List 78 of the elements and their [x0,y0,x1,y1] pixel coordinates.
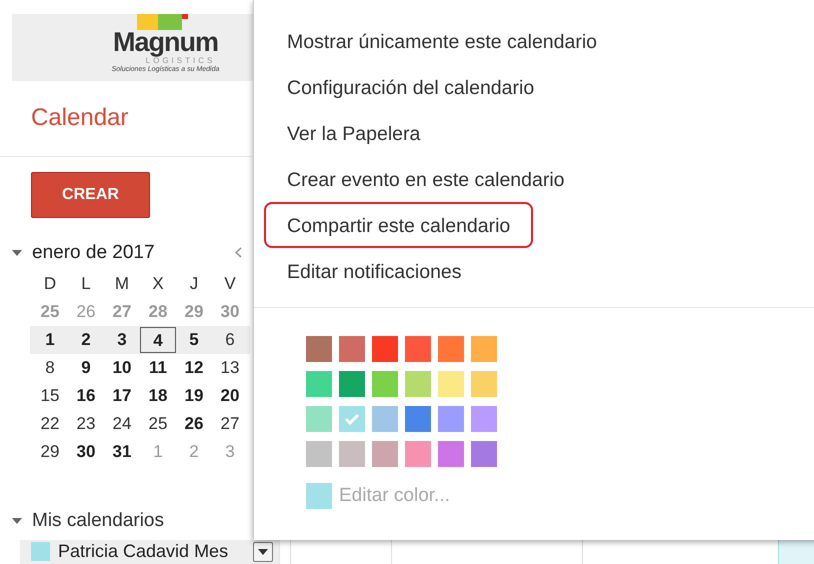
menu-item[interactable]: Configuración del calendario [264,64,558,110]
dropdown-button[interactable] [253,542,273,562]
weekday-label: V [223,274,237,294]
calendar-list-item[interactable]: Patricia Cadavid Mes [20,540,279,564]
calendar-day[interactable]: 23 [68,410,104,437]
month-title: enero de 2017 [32,242,156,264]
calendar-day[interactable]: 30 [68,438,104,465]
calendar-name: Patricia Cadavid Mes [58,541,228,562]
collapse-icon[interactable] [12,250,22,256]
color-swatch[interactable] [339,371,365,397]
color-swatch[interactable] [438,406,464,432]
color-swatch[interactable] [438,371,464,397]
color-swatch[interactable] [306,483,332,509]
menu-item[interactable]: Crear evento en este calendario [264,156,588,202]
create-button[interactable]: CREAR [31,172,150,218]
color-swatch[interactable] [471,336,497,362]
menu-item[interactable]: Editar notificaciones [264,248,485,294]
calendar-day[interactable]: 22 [32,410,68,437]
calendar-day[interactable]: 27 [212,410,248,437]
previous-month-icon[interactable] [235,247,242,258]
calendar-day[interactable]: 6 [212,326,248,353]
calendar-day[interactable]: 19 [176,382,212,409]
calendar-day[interactable]: 29 [32,438,68,465]
color-swatch[interactable] [405,406,431,432]
weekday-label: J [188,274,200,294]
calendar-day[interactable]: 18 [140,382,176,409]
menu-item[interactable]: Compartir este calendario [264,202,534,248]
color-swatch[interactable] [306,406,332,432]
calendar-day[interactable]: 25 [140,410,176,437]
calendar-day[interactable]: 16 [68,382,104,409]
calendar-day[interactable]: 5 [176,326,212,353]
calendar-day[interactable]: 8 [32,354,68,381]
menu-item[interactable]: Ver la Papelera [264,110,444,156]
color-swatch[interactable] [405,441,431,467]
collapse-icon[interactable] [12,518,22,524]
color-swatch[interactable] [471,406,497,432]
caret-icon [258,548,268,555]
menu-item[interactable]: Mostrar únicamente este calendario [264,18,620,64]
color-swatch[interactable] [471,441,497,467]
logo-name: Magnum [113,28,218,56]
calendar-day[interactable]: 13 [212,354,248,381]
color-swatch[interactable] [372,441,398,467]
color-swatch[interactable] [372,406,398,432]
weekday-label: D [42,274,58,294]
color-swatch[interactable] [306,336,332,362]
color-swatch[interactable] [438,441,464,467]
app-title: Calendar [31,104,128,132]
color-swatch[interactable] [438,336,464,362]
checkmark-icon [344,413,360,425]
color-swatch[interactable] [471,371,497,397]
calendar-day[interactable]: 3 [104,326,140,353]
color-swatch[interactable] [306,371,332,397]
weekday-label: X [151,274,165,294]
weekday-label: M [114,274,130,294]
calendar-day[interactable]: 12 [176,354,212,381]
calendar-day[interactable]: 31 [104,438,140,465]
logo-subtitle: LOGISTICS [146,56,216,65]
weekday-label: L [80,274,92,294]
calendar-day[interactable]: 9 [68,354,104,381]
calendar-day[interactable]: 2 [68,326,104,353]
calendar-day[interactable]: 11 [140,354,176,381]
calendar-day[interactable]: 4 [140,326,176,353]
color-swatch[interactable] [339,406,365,432]
calendar-day[interactable]: 15 [32,382,68,409]
calendar-day[interactable]: 17 [104,382,140,409]
calendar-day[interactable]: 20 [212,382,248,409]
color-swatch[interactable] [405,336,431,362]
color-swatch[interactable] [306,441,332,467]
color-swatch[interactable] [405,371,431,397]
calendar-day[interactable]: 10 [104,354,140,381]
section-title: Mis calendarios [32,510,164,532]
calendar-day[interactable]: 1 [32,326,68,353]
color-swatch[interactable] [372,371,398,397]
color-swatch[interactable] [372,336,398,362]
color-swatch[interactable] [339,441,365,467]
color-swatch[interactable] [339,336,365,362]
calendar-day[interactable]: 24 [104,410,140,437]
calendar-day[interactable]: 26 [176,410,212,437]
